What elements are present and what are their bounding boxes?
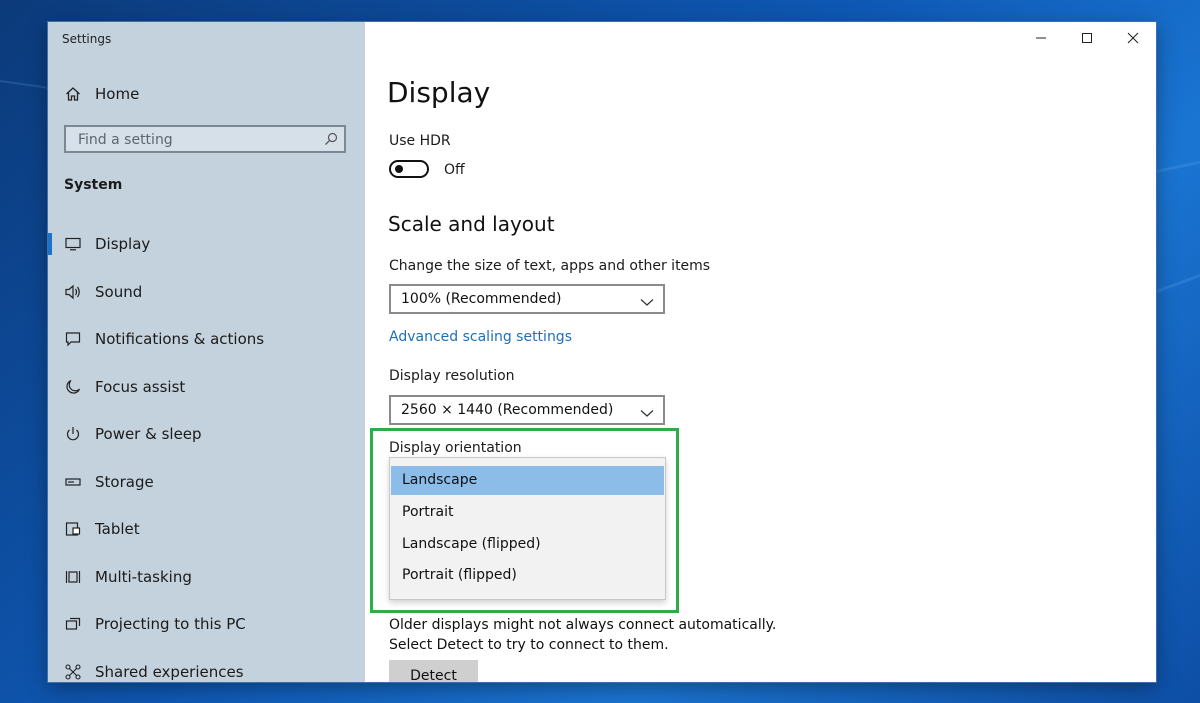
sidebar-item-label: Focus assist: [95, 378, 186, 396]
detect-note: Older displays might not always connect …: [389, 617, 777, 653]
section-title: System: [64, 177, 123, 193]
sidebar-item-label: Tablet: [95, 520, 140, 538]
scale-label: Change the size of text, apps and other …: [389, 258, 711, 274]
sidebar-item-notifications[interactable]: Notifications & actions: [48, 319, 365, 359]
sidebar-item-label: Notifications & actions: [95, 330, 265, 348]
search-input[interactable]: [76, 129, 320, 151]
hdr-state-label: Off: [444, 162, 465, 178]
shared-icon: [64, 663, 82, 681]
desktop-light-ray: [1156, 157, 1200, 173]
sidebar-item-display[interactable]: Display: [48, 224, 365, 264]
sidebar-item-label: Display: [95, 235, 151, 253]
multitasking-icon: [64, 568, 82, 586]
page-title: Display: [387, 76, 491, 109]
scale-dropdown[interactable]: 100% (Recommended): [389, 284, 665, 314]
orientation-option-landscape-flipped[interactable]: Landscape (flipped): [391, 530, 664, 559]
sidebar-item-label: Shared experiences: [95, 663, 244, 681]
sidebar-item-label: Multi-tasking: [95, 568, 192, 586]
tablet-icon: [64, 520, 82, 538]
option-label: Portrait: [402, 504, 454, 520]
speaker-icon: [64, 283, 82, 301]
sidebar-item-power-sleep[interactable]: Power & sleep: [48, 414, 365, 454]
hdr-label: Use HDR: [389, 133, 451, 149]
power-icon: [64, 425, 82, 443]
monitor-icon: [64, 235, 82, 253]
sidebar-item-label: Projecting to this PC: [95, 615, 246, 633]
detect-button-label: Detect: [410, 668, 457, 682]
advanced-scaling-link[interactable]: Advanced scaling settings: [389, 329, 572, 345]
hdr-toggle[interactable]: [389, 160, 429, 178]
sidebar-item-sound[interactable]: Sound: [48, 272, 365, 312]
scale-value: 100% (Recommended): [401, 291, 562, 307]
sidebar-item-label: Power & sleep: [95, 425, 202, 443]
resolution-dropdown[interactable]: 2560 × 1440 (Recommended): [389, 395, 665, 425]
orientation-dropdown-list: Landscape Portrait Landscape (flipped) P…: [389, 457, 666, 600]
scale-layout-heading: Scale and layout: [388, 212, 555, 236]
sidebar-item-label: Storage: [95, 473, 154, 491]
option-label: Portrait (flipped): [402, 567, 517, 583]
projecting-icon: [64, 615, 82, 633]
chevron-down-icon: [640, 293, 654, 312]
resolution-label: Display resolution: [389, 368, 515, 384]
sidebar-item-home[interactable]: Home: [48, 74, 365, 114]
resolution-value: 2560 × 1440 (Recommended): [401, 402, 614, 418]
orientation-option-portrait-flipped[interactable]: Portrait (flipped): [391, 561, 664, 590]
home-icon: [64, 85, 82, 103]
detect-button[interactable]: Detect: [389, 660, 478, 682]
sidebar-item-focus-assist[interactable]: Focus assist: [48, 367, 365, 407]
settings-window: Settings Home System Display Sou: [48, 22, 1156, 682]
storage-icon: [64, 473, 82, 491]
sidebar-item-projecting[interactable]: Projecting to this PC: [48, 604, 365, 644]
sidebar-item-multitasking[interactable]: Multi-tasking: [48, 557, 365, 597]
sidebar-item-tablet[interactable]: Tablet: [48, 509, 365, 549]
search-box[interactable]: [64, 125, 346, 153]
option-label: Landscape (flipped): [402, 536, 541, 552]
notification-icon: [64, 330, 82, 348]
app-title: Settings: [62, 32, 112, 46]
moon-icon: [64, 378, 82, 396]
orientation-label: Display orientation: [389, 440, 522, 456]
desktop-light-ray: [1156, 269, 1200, 293]
sidebar: Settings Home System Display Sou: [48, 22, 365, 682]
main-content: Display Use HDR Off Scale and layout Cha…: [365, 22, 1156, 682]
orientation-option-landscape[interactable]: Landscape: [391, 466, 664, 495]
search-icon: [324, 131, 338, 150]
toggle-knob: [395, 165, 403, 173]
sidebar-item-storage[interactable]: Storage: [48, 462, 365, 502]
orientation-option-portrait[interactable]: Portrait: [391, 498, 664, 527]
chevron-down-icon: [640, 404, 654, 423]
sidebar-item-label: Sound: [95, 283, 143, 301]
option-label: Landscape: [402, 472, 478, 488]
sidebar-item-shared-experiences[interactable]: Shared experiences: [48, 652, 365, 682]
sidebar-item-label: Home: [95, 85, 140, 103]
active-indicator: [48, 233, 52, 255]
